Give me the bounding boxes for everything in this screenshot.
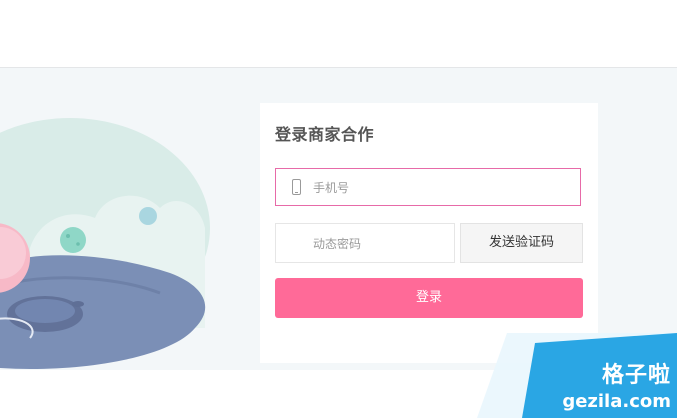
login-card: 登录商家合作 发送验证码 登录: [260, 103, 598, 363]
phone-number-field[interactable]: [275, 168, 581, 207]
top-header-bar: [0, 0, 677, 68]
login-stage: 登录商家合作 发送验证码 登录: [0, 68, 677, 370]
watermark-name: 格子啦: [601, 363, 671, 388]
phone-input[interactable]: [311, 169, 575, 207]
planet-illustration: [0, 118, 210, 369]
phone-icon: [292, 179, 301, 195]
send-code-button[interactable]: 发送验证码: [460, 223, 583, 263]
login-button[interactable]: 登录: [275, 278, 583, 318]
dynamic-code-field[interactable]: [275, 223, 455, 264]
login-title: 登录商家合作: [275, 125, 375, 144]
dynamic-code-input[interactable]: [311, 224, 455, 264]
watermark-domain: gezila.com: [562, 391, 671, 412]
